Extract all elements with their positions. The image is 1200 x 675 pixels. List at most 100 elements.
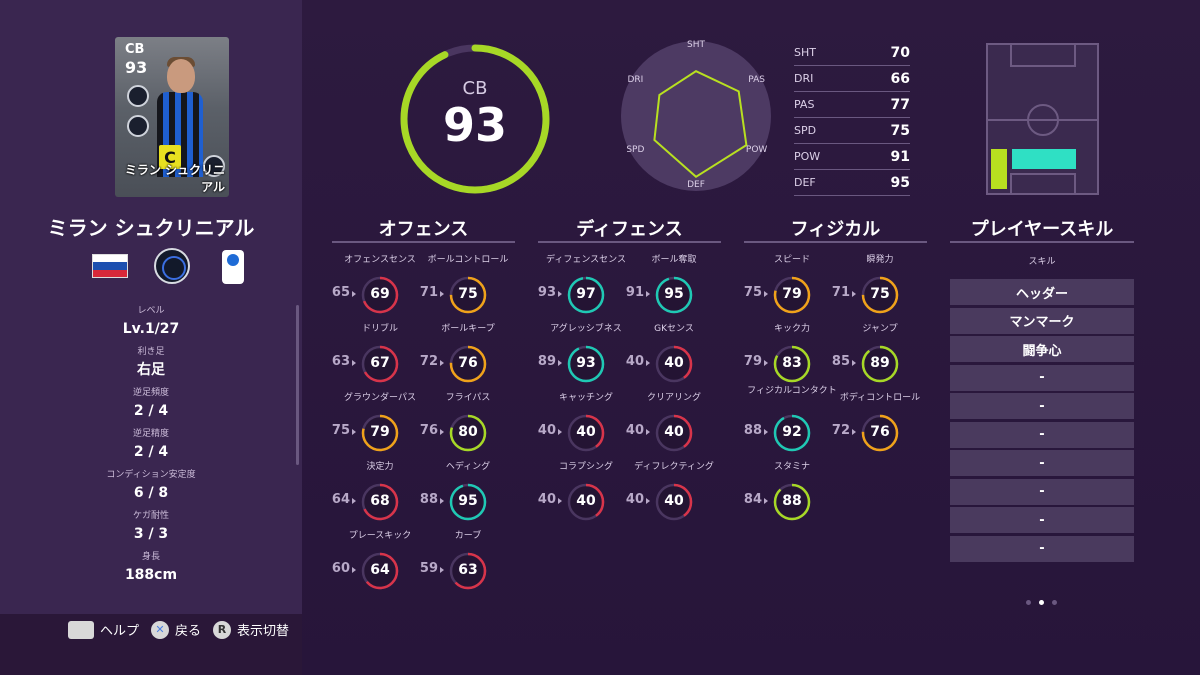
help-label: ヘルプ [100, 624, 140, 639]
ability-row: POW 91 [794, 144, 910, 170]
radar-axis-label: DRI [627, 75, 644, 85]
profile-info-list: レベル Lv.1/27 利き足 右足 逆足頻度 2 / 4 逆足精度 2 / 4 コンディション… [0, 305, 302, 592]
profile-label: 利き足 [137, 347, 165, 357]
ability-value: 75 [890, 122, 910, 139]
arrow-right-icon [440, 360, 444, 366]
attribute-value: 75 [870, 286, 890, 302]
profile-value: 2 / 4 [133, 403, 169, 419]
skill-slot[interactable]: ヘッダー [950, 279, 1134, 305]
skill-slot[interactable]: - [950, 393, 1134, 419]
ability-value: 66 [890, 70, 910, 87]
profile-value: 6 / 8 [133, 485, 169, 501]
ability-label: DRI [794, 72, 814, 85]
player-card[interactable]: CB 93 C ミラン シュクリニアル [115, 37, 229, 197]
attribute-value: 79 [370, 424, 390, 440]
profile-value: Lv.1/27 [122, 321, 180, 337]
arrow-right-icon [352, 291, 356, 297]
arrow-right-icon [852, 291, 856, 297]
attribute-base-value: 72 [419, 354, 438, 369]
attribute-value: 79 [782, 286, 802, 302]
attribute-name: ジャンプ [862, 324, 898, 334]
attribute-value: 64 [370, 562, 390, 578]
radar-axis-label: DEF [687, 180, 705, 190]
skill-slot[interactable]: - [950, 450, 1134, 476]
attribute-value: 95 [458, 493, 478, 509]
attribute-base-value: 40 [625, 354, 644, 369]
skill-slot[interactable]: - [950, 421, 1134, 448]
back-button[interactable]: ✕ 戻る [151, 620, 201, 639]
arrow-right-icon [764, 360, 768, 366]
attribute-name: ディフレクティング [634, 462, 714, 472]
page-indicator [1026, 600, 1057, 605]
attribute-base-value: 75 [331, 423, 350, 438]
skill-slot[interactable]: 闘争心 [950, 336, 1134, 362]
attribute-value: 83 [782, 355, 802, 371]
attribute-name: オフェンスセンス [344, 255, 416, 265]
arrow-right-icon [852, 429, 856, 435]
attribute-value: 76 [870, 424, 890, 440]
cross-button-icon: ✕ [151, 620, 170, 639]
radar-axis-label: SPD [626, 145, 645, 155]
attribute-value: 67 [370, 355, 390, 371]
attribute-value: 40 [576, 493, 596, 509]
toggle-view-label: 表示切替 [237, 624, 290, 639]
skill-slot[interactable]: マンマーク [950, 307, 1134, 334]
attribute-value: 97 [576, 286, 596, 302]
attribute-name: ボールキープ [441, 324, 495, 334]
arrow-right-icon [440, 291, 444, 297]
attribute-value: 63 [458, 562, 478, 578]
category-title-physical: フィジカル [790, 219, 881, 240]
toggle-view-button[interactable]: R 表示切替 [213, 620, 289, 639]
ability-label: SPD [794, 124, 817, 137]
skills-sub-label: スキル [1028, 257, 1056, 267]
attribute-name: スピード [773, 255, 810, 265]
nationality-flag-icon [92, 254, 128, 278]
attribute-base-value: 40 [537, 492, 556, 507]
category-divider [744, 241, 927, 243]
attribute-base-value: 65 [331, 285, 350, 300]
help-button[interactable]: ヘルプ [68, 620, 139, 639]
ability-value: 91 [890, 148, 910, 165]
profile-label: コンディション安定度 [106, 470, 196, 480]
attribute-name: クリアリング [646, 393, 701, 403]
profile-value: 右足 [137, 362, 165, 378]
ability-radar-chart [621, 41, 771, 191]
attribute-base-value: 89 [537, 354, 556, 369]
attribute-base-value: 79 [743, 354, 762, 369]
arrow-right-icon [852, 360, 856, 366]
attribute-base-value: 91 [625, 285, 644, 300]
attribute-name: 決定力 [366, 462, 394, 472]
profile-label: ケガ耐性 [132, 511, 169, 521]
page-dot [1052, 600, 1057, 605]
skill-slot[interactable]: - [950, 507, 1134, 533]
shield-icon [127, 85, 149, 107]
skill-slot[interactable]: - [950, 535, 1134, 562]
attribute-base-value: 76 [419, 423, 438, 438]
arrow-right-icon [764, 429, 768, 435]
attribute-base-value: 75 [743, 285, 762, 300]
radar-axis-label: SHT [687, 40, 705, 50]
attribute-value: 40 [576, 424, 596, 440]
ability-label: SHT [794, 46, 816, 59]
arrow-right-icon [352, 498, 356, 504]
profile-label: 身長 [141, 552, 160, 562]
scrollbar[interactable] [296, 305, 299, 465]
attribute-name: キャッチング [558, 393, 613, 403]
ability-label: POW [794, 150, 821, 163]
attribute-base-value: 93 [537, 285, 556, 300]
overall-position: CB [462, 78, 488, 99]
profile-value: 188cm [124, 567, 178, 583]
attribute-value: 40 [664, 424, 684, 440]
ability-row: SHT 70 [794, 40, 910, 66]
arrow-right-icon [440, 498, 444, 504]
arrow-right-icon [558, 360, 562, 366]
attribute-name: コラプシング [558, 462, 613, 472]
attribute-name: キック力 [773, 324, 810, 334]
skill-slot[interactable]: - [950, 478, 1134, 505]
arrow-right-icon [646, 429, 650, 435]
category-divider [332, 241, 515, 243]
club-badge-icon [127, 115, 149, 137]
attribute-base-value: 59 [419, 561, 438, 576]
skill-slot[interactable]: - [950, 364, 1134, 391]
radar-axis-label: PAS [748, 75, 765, 85]
